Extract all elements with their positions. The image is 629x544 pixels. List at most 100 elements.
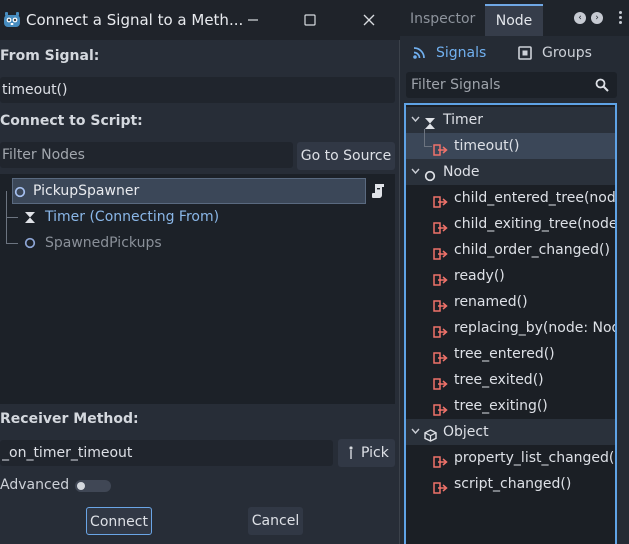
chevron-down-icon[interactable] <box>411 428 420 435</box>
hourglass-icon <box>424 113 436 133</box>
signal-label: tree_entered() <box>454 346 555 362</box>
receiver-method-input[interactable] <box>0 440 333 466</box>
signal-icon <box>433 269 449 289</box>
tree-node-label: SpawnedPickups <box>45 235 162 251</box>
signal-icon <box>433 139 449 159</box>
signal-item[interactable]: child_order_changed() <box>406 237 615 263</box>
tab-node[interactable]: Node <box>485 4 543 36</box>
toggle-knob <box>77 482 85 490</box>
signal-item[interactable]: renamed() <box>406 289 615 315</box>
signal-icon <box>433 373 449 393</box>
signal-label: property_list_changed() <box>454 450 615 466</box>
connect-to-script-label: Connect to Script: <box>0 113 143 129</box>
advanced-toggle[interactable] <box>75 480 111 492</box>
signal-category-label: Node <box>443 164 480 180</box>
cancel-button[interactable]: Cancel <box>248 507 303 535</box>
chevron-down-icon[interactable] <box>411 168 420 175</box>
connect-signal-dialog: Connect a Signal to a Meth... From Signa… <box>0 0 400 544</box>
groups-label: Groups <box>542 45 592 61</box>
from-signal-field[interactable] <box>0 77 395 103</box>
signal-item[interactable]: child_exiting_tree(node: <box>406 211 615 237</box>
from-signal-label: From Signal: <box>0 48 100 64</box>
signal-label: timeout() <box>454 138 520 154</box>
filter-signals-field[interactable] <box>406 72 617 98</box>
dock-menu-icon[interactable] <box>615 9 625 27</box>
title-bar[interactable]: Connect a Signal to a Meth... <box>0 0 400 40</box>
groups-icon <box>518 46 532 60</box>
groups-tab[interactable]: Groups <box>518 42 592 64</box>
search-icon <box>595 78 609 92</box>
chevron-down-icon[interactable] <box>411 116 420 123</box>
tab-inspector[interactable]: Inspector <box>400 4 485 36</box>
signal-category-node[interactable]: Node <box>406 159 615 185</box>
signal-icon <box>433 451 449 471</box>
filter-nodes-field[interactable] <box>0 142 293 168</box>
signal-label: renamed() <box>454 294 528 310</box>
filter-signals-input[interactable] <box>406 72 586 98</box>
go-to-source-button[interactable]: Go to Source <box>297 142 395 170</box>
signal-item[interactable]: ready() <box>406 263 615 289</box>
minimize-icon <box>248 19 258 21</box>
eyedropper-icon <box>349 446 353 459</box>
signal-item[interactable]: child_entered_tree(node: <box>406 185 615 211</box>
object-cube-icon <box>424 425 437 445</box>
script-icon <box>371 183 386 203</box>
tree-line <box>424 146 432 147</box>
signal-category-object[interactable]: Object <box>406 419 615 445</box>
tree-line <box>6 217 18 218</box>
signal-icon <box>433 295 449 315</box>
signal-label: replacing_by(node: Node <box>454 320 615 336</box>
signal-label: ready() <box>454 268 505 284</box>
signal-icon <box>433 399 449 419</box>
node-circle-icon <box>24 237 36 249</box>
advanced-label: Advanced <box>0 477 70 493</box>
tree-line <box>424 129 425 146</box>
signal-icon <box>433 191 449 211</box>
signal-label: tree_exiting() <box>454 398 548 414</box>
maximize-icon <box>304 14 316 26</box>
godot-logo-icon <box>3 12 21 32</box>
tab-scroll-left-icon[interactable]: ‹ <box>574 12 586 24</box>
signal-item[interactable]: script_changed() <box>406 471 615 497</box>
maximize-button[interactable] <box>298 8 322 32</box>
signal-icon <box>433 477 449 497</box>
minimize-button[interactable] <box>241 8 265 32</box>
node-circle-icon <box>424 165 436 185</box>
filter-nodes-input[interactable] <box>0 142 293 168</box>
pick-label: Pick <box>361 445 389 461</box>
signal-item[interactable]: property_list_changed() <box>406 445 615 471</box>
signals-label: Signals <box>436 45 487 61</box>
signal-item[interactable]: tree_exited() <box>406 367 615 393</box>
receiver-method-label: Receiver Method: <box>0 411 139 427</box>
signal-label: child_exiting_tree(node: <box>454 216 615 232</box>
tree-line <box>6 243 18 244</box>
tree-node-pickupspawner[interactable]: PickupSpawner <box>12 178 366 204</box>
signal-item[interactable]: tree_exiting() <box>406 393 615 419</box>
signal-label: child_entered_tree(node: <box>454 190 615 206</box>
signal-icon <box>433 321 449 341</box>
signal-category-timer[interactable]: Timer <box>406 107 615 133</box>
signals-tab[interactable]: Signals <box>412 42 486 64</box>
node-tree: PickupSpawner Timer (Connecting From) Sp… <box>0 174 395 404</box>
tab-scroll-right-icon[interactable]: › <box>591 12 603 24</box>
receiver-method-field[interactable] <box>0 440 333 466</box>
hourglass-icon <box>25 212 35 223</box>
signal-waves-icon <box>413 47 425 59</box>
dock-tab-bar: Inspector Node ‹ › <box>400 0 629 36</box>
signal-item[interactable]: timeout() <box>406 133 615 159</box>
signal-label: script_changed() <box>454 476 572 492</box>
signal-category-label: Timer <box>443 112 484 128</box>
pick-button[interactable]: Pick <box>338 439 395 467</box>
signal-label: tree_exited() <box>454 372 544 388</box>
from-signal-input[interactable] <box>0 77 395 103</box>
signal-category-label: Object <box>443 424 489 440</box>
close-icon <box>363 14 375 26</box>
node-circle-icon <box>14 186 26 198</box>
tree-node-label: PickupSpawner <box>33 183 140 199</box>
connect-button[interactable]: Connect <box>86 507 152 535</box>
close-button[interactable] <box>357 8 381 32</box>
signal-icon <box>433 217 449 237</box>
signal-item[interactable]: tree_entered() <box>406 341 615 367</box>
signal-item[interactable]: replacing_by(node: Node <box>406 315 615 341</box>
dialog-title: Connect a Signal to a Meth... <box>26 11 244 29</box>
